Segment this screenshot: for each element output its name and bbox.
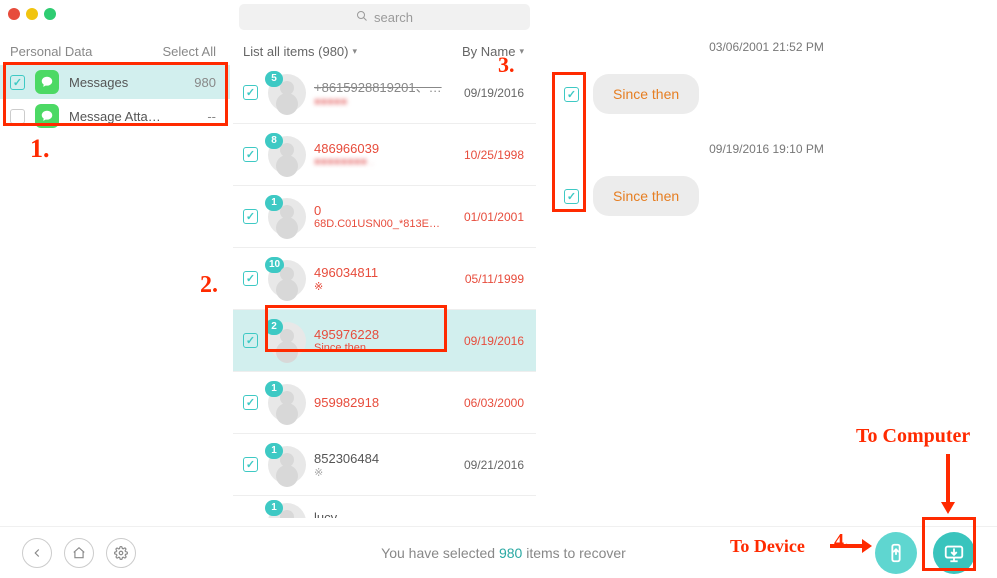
checkbox-icon[interactable] xyxy=(243,209,258,224)
message-row: Since then xyxy=(536,74,997,114)
back-button[interactable] xyxy=(22,538,52,568)
avatar: 8 xyxy=(268,136,306,174)
recover-to-computer-button[interactable] xyxy=(933,532,975,574)
avatar: 1 xyxy=(268,198,306,236)
message-panel: 03/06/2001 21:52 PM Since then 09/19/201… xyxy=(536,0,997,518)
messages-icon xyxy=(35,70,59,94)
contact-list: 5 +8615928819201、…■■■■■ 09/19/2016 8 486… xyxy=(233,62,536,518)
avatar: 2 xyxy=(268,322,306,360)
sidebar-item-message-attachments[interactable]: Message Atta… -- xyxy=(0,99,230,133)
sidebar-item-label: Messages xyxy=(69,75,194,90)
search-input[interactable]: search xyxy=(239,4,530,30)
search-icon xyxy=(356,10,368,25)
checkbox-icon[interactable] xyxy=(243,85,258,100)
checkbox-icon[interactable] xyxy=(243,147,258,162)
avatar: 1 xyxy=(268,384,306,422)
footer: You have selected 980 items to recover xyxy=(0,526,997,578)
chevron-down-icon: ▾ xyxy=(352,46,357,57)
list-item[interactable]: 1 959982918 06/03/2000 xyxy=(233,372,536,434)
avatar: 10 xyxy=(268,260,306,298)
checkbox-icon[interactable] xyxy=(243,333,258,348)
attachments-icon xyxy=(35,104,59,128)
sidebar-item-messages[interactable]: Messages 980 xyxy=(0,65,230,99)
home-button[interactable] xyxy=(64,538,94,568)
checkbox-icon[interactable] xyxy=(564,189,579,204)
sidebar: Personal Data Select All Messages 980 Me… xyxy=(0,0,230,518)
message-bubble[interactable]: Since then xyxy=(593,74,699,114)
checkbox-icon[interactable] xyxy=(243,457,258,472)
list-item[interactable]: 1 lucy xyxy=(233,496,536,518)
status-text: You have selected 980 items to recover xyxy=(148,545,859,561)
search-placeholder: search xyxy=(374,10,413,25)
avatar: 1 xyxy=(268,503,306,519)
list-item[interactable]: 2 495976228Since then 09/19/2016 xyxy=(233,310,536,372)
sidebar-item-count: 980 xyxy=(194,75,216,90)
recover-to-device-button[interactable] xyxy=(875,532,917,574)
list-item[interactable]: 8 486966039■■■■■■■■ . 10/25/1998 xyxy=(233,124,536,186)
avatar: 5 xyxy=(268,74,306,112)
sidebar-item-label: Message Atta… xyxy=(69,109,207,124)
list-item[interactable]: 10 496034811※ 05/11/1999 xyxy=(233,248,536,310)
settings-button[interactable] xyxy=(106,538,136,568)
sidebar-header: Personal Data xyxy=(10,44,92,59)
message-bubble[interactable]: Since then xyxy=(593,176,699,216)
checkbox-icon[interactable] xyxy=(10,75,25,90)
message-row: Since then xyxy=(536,176,997,216)
checkbox-icon[interactable] xyxy=(564,87,579,102)
timestamp: 09/19/2016 19:10 PM xyxy=(536,142,997,156)
list-item[interactable]: 5 +8615928819201、…■■■■■ 09/19/2016 xyxy=(233,62,536,124)
timestamp: 03/06/2001 21:52 PM xyxy=(536,40,997,54)
sort-dropdown[interactable]: By Name ▾ xyxy=(462,44,524,59)
chevron-down-icon: ▾ xyxy=(519,46,524,57)
sidebar-item-count: -- xyxy=(207,109,216,124)
checkbox-icon[interactable] xyxy=(243,395,258,410)
list-item[interactable]: 1 852306484※ 09/21/2016 xyxy=(233,434,536,496)
filter-dropdown[interactable]: List all items (980) ▾ xyxy=(243,44,357,59)
checkbox-icon[interactable] xyxy=(243,271,258,286)
checkbox-icon[interactable] xyxy=(10,109,25,124)
avatar: 1 xyxy=(268,446,306,484)
list-item[interactable]: 1 068D.C01USN00_*813E… 01/01/2001 xyxy=(233,186,536,248)
select-all-link[interactable]: Select All xyxy=(163,44,216,59)
contact-list-panel: search List all items (980) ▾ By Name ▾ … xyxy=(233,0,536,518)
